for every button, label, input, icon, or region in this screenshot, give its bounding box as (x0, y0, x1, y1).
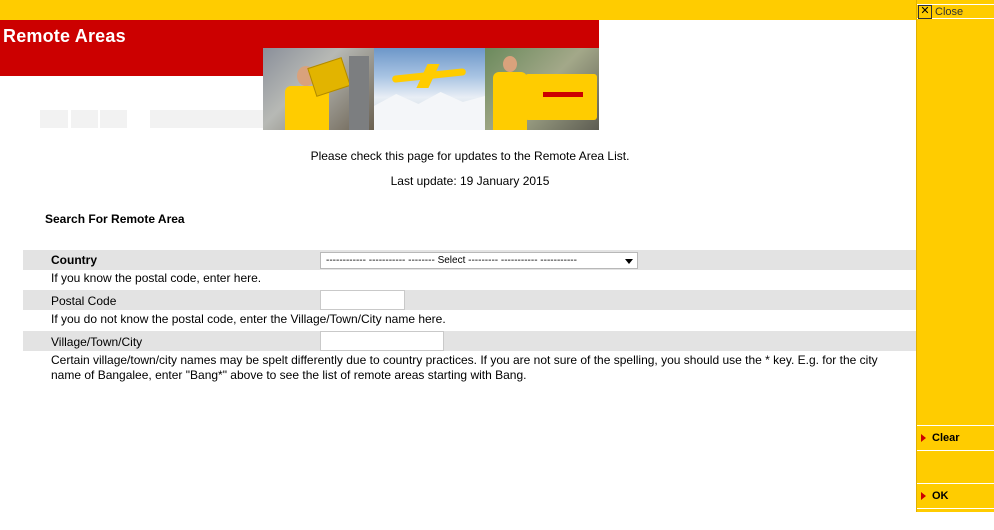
ok-label[interactable]: OK (932, 490, 949, 502)
side-panel: ✕ Close Clear OK (916, 0, 994, 512)
driver-head (503, 56, 517, 72)
update-notice: Please check this page for updates to th… (310, 149, 630, 163)
last-update: Last update: 19 January 2015 (390, 174, 550, 188)
clear-button[interactable]: Clear (917, 425, 994, 451)
close-icon[interactable]: ✕ (918, 4, 932, 19)
postal-code-input[interactable] (320, 290, 405, 310)
ok-button[interactable]: OK (917, 483, 994, 509)
triangle-right-icon (921, 434, 926, 442)
faded-tab (150, 110, 263, 128)
postal-note: If you do not know the postal code, ente… (51, 312, 446, 326)
faded-tab (40, 110, 68, 128)
header-photo-strip (263, 48, 599, 130)
postal-row (23, 290, 916, 310)
close-button[interactable]: ✕ Close (917, 4, 994, 19)
snowy-mountains (374, 92, 485, 130)
clear-label[interactable]: Clear (932, 432, 960, 444)
delivery-van (525, 74, 597, 120)
country-label: Country (51, 253, 97, 267)
village-label: Village/Town/City (51, 335, 143, 349)
courier-photo (263, 48, 374, 130)
driver-uniform (493, 72, 527, 130)
faded-tab (71, 110, 98, 128)
page-title: Remote Areas (3, 26, 126, 46)
parcel-box (307, 57, 351, 97)
village-note: Certain village/town/city names may be s… (51, 353, 878, 382)
aircraft-photo (374, 48, 485, 130)
van-stripe (543, 92, 583, 97)
village-input[interactable] (320, 331, 444, 351)
faded-tab (100, 110, 127, 128)
country-note: If you know the postal code, enter here. (51, 271, 262, 285)
chevron-down-icon[interactable] (625, 259, 633, 264)
triangle-right-icon (921, 492, 926, 500)
top-strip (0, 0, 916, 20)
village-row (23, 331, 916, 351)
van-photo (485, 48, 599, 130)
close-label[interactable]: Close (935, 6, 963, 18)
search-heading: Search For Remote Area (45, 212, 185, 226)
background-crowd (349, 56, 369, 130)
country-select-value[interactable]: ------------ ----------- -------- Select… (326, 255, 577, 266)
postal-label: Postal Code (51, 294, 117, 308)
country-select[interactable]: ------------ ----------- -------- Select… (320, 252, 638, 269)
